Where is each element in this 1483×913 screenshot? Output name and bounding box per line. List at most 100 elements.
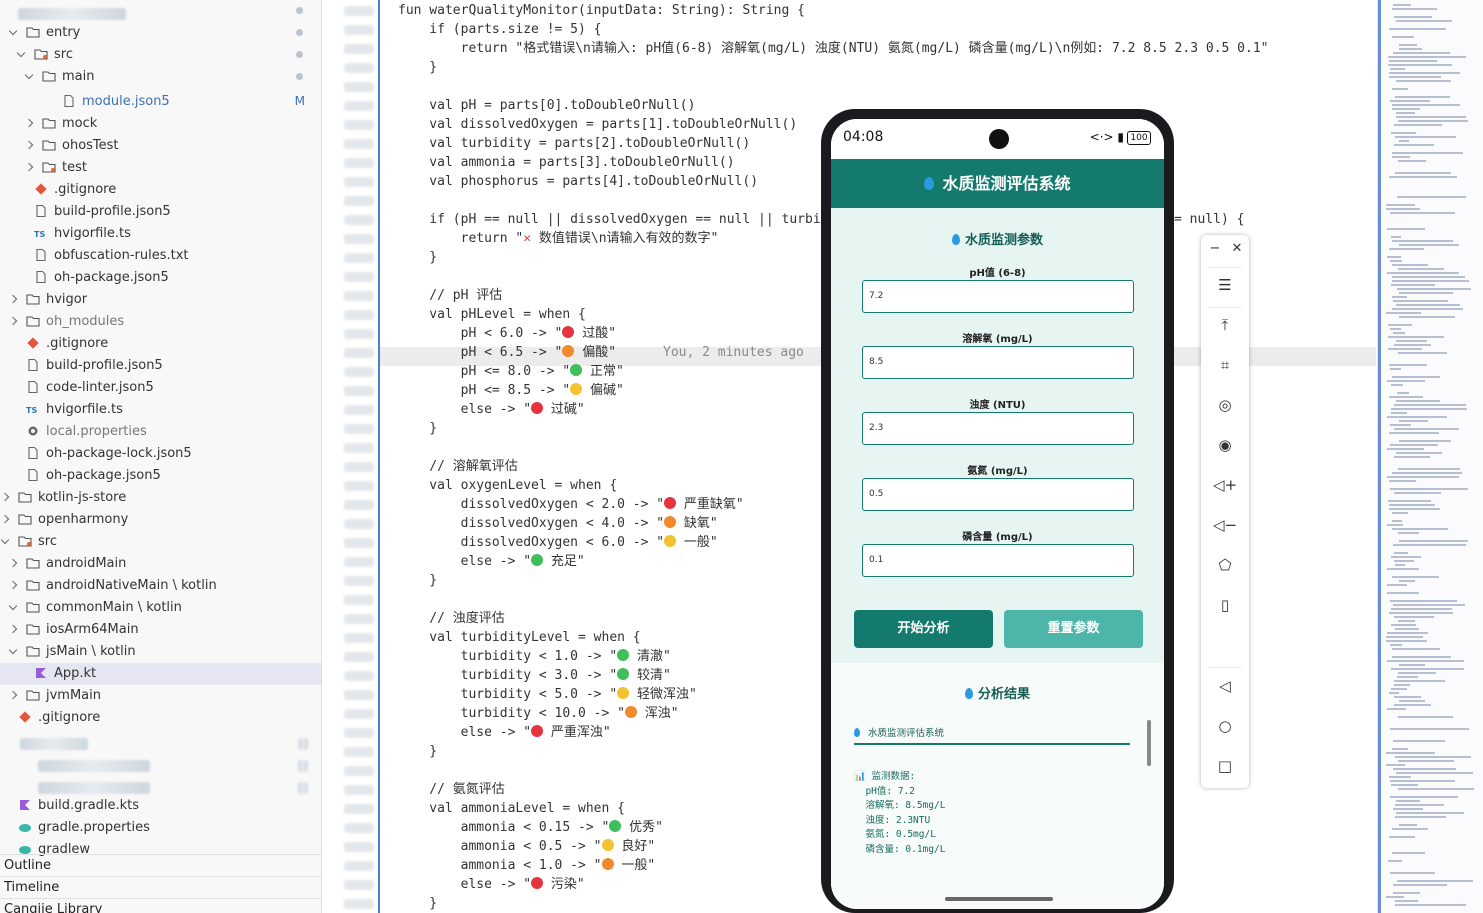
tree-item[interactable]: entry [0, 22, 321, 44]
reset-params-button[interactable]: 重置参数 [1004, 610, 1143, 648]
pin-top-icon[interactable]: ⤒ [1201, 316, 1249, 334]
tree-item[interactable]: oh-package-lock.json5 [0, 443, 321, 465]
tree-item[interactable]: local.properties [0, 421, 321, 443]
tree-item[interactable]: jsMain \ kotlin [0, 641, 321, 663]
crop-screenshot-icon[interactable]: ⌗ [1201, 356, 1249, 374]
timeline-panel-header[interactable]: Timeline [0, 876, 321, 899]
tree-item[interactable]: androidNativeMain \ kotlin [0, 575, 321, 597]
tree-item[interactable]: jvmMain [0, 685, 321, 707]
app-header: 水质监测评估系统 [831, 159, 1164, 208]
tree-item[interactable]: src [0, 44, 321, 66]
status-bar: 04:08 <·> ▮ 100 [831, 119, 1164, 159]
cangjie-library-panel-header[interactable]: Cangjie Library [0, 898, 321, 913]
recents-icon[interactable]: □ [1201, 757, 1249, 775]
git-status-badge: M [294, 94, 305, 108]
settings-file-icon [26, 424, 40, 438]
tree-item[interactable]: build-profile.json5 [0, 201, 321, 223]
tree-item[interactable]: App.kt [0, 663, 321, 685]
chevron-right-icon[interactable] [8, 690, 18, 700]
phone-screen[interactable]: 04:08 <·> ▮ 100 水质监测评估系统 水质监测参数 pH值 (6-8… [831, 119, 1164, 909]
volume-down-icon[interactable]: ◁− [1201, 516, 1249, 534]
chevron-right-icon[interactable] [24, 140, 34, 150]
param-input-field[interactable]: 8.5 [862, 346, 1134, 379]
home-icon[interactable]: ○ [1201, 717, 1249, 735]
param-input-field[interactable]: 7.2 [862, 280, 1134, 313]
tree-item[interactable]: mock [0, 113, 321, 135]
chevron-right-icon[interactable] [8, 580, 18, 590]
home-indicator[interactable] [945, 897, 1053, 901]
chevron-down-icon[interactable] [24, 70, 34, 80]
chevron-right-icon[interactable] [24, 118, 34, 128]
tree-item[interactable]: module.json5 M [0, 91, 321, 113]
tree-item-label: code-linter.json5 [46, 380, 154, 395]
chevron-right-icon[interactable] [8, 294, 18, 304]
status-circle-icon [601, 839, 614, 851]
tree-item[interactable]: build.gradle.kts [0, 795, 321, 817]
minimap-line [1389, 396, 1423, 398]
chevron-right-icon[interactable] [8, 558, 18, 568]
result-scrollbar[interactable] [1147, 720, 1151, 766]
line-number [344, 899, 374, 909]
param-input-field[interactable]: 0.5 [862, 478, 1134, 511]
chevron-down-icon[interactable] [16, 48, 26, 58]
tree-item[interactable]: ohosTest [0, 135, 321, 157]
tree-item[interactable]: build-profile.json5 [0, 355, 321, 377]
unfold-icon[interactable]: ▯ [1201, 596, 1249, 614]
tree-row-project[interactable] [0, 0, 321, 22]
chevron-right-icon[interactable] [0, 514, 10, 524]
chevron-right-icon[interactable] [8, 624, 18, 634]
tree-item[interactable]: androidMain [0, 553, 321, 575]
tree-item-label: gradle.properties [38, 820, 150, 835]
chevron-down-icon[interactable] [8, 645, 18, 655]
location-icon[interactable]: ◉ [1201, 436, 1249, 454]
menu-icon[interactable]: ☰ [1201, 276, 1249, 294]
camera-punch-hole [989, 129, 1009, 149]
back-icon[interactable]: ◁ [1201, 677, 1249, 695]
tree-item[interactable]: code-linter.json5 [0, 377, 321, 399]
tree-item[interactable]: oh-package.json5 [0, 465, 321, 487]
tree-item[interactable]: openharmony [0, 509, 321, 531]
tree-item[interactable]: kotlin-js-store [0, 487, 321, 509]
tree-item[interactable]: src [0, 531, 321, 553]
param-input-field[interactable]: 0.1 [862, 544, 1134, 577]
outline-panel-header[interactable]: Outline [0, 854, 321, 877]
tree-item[interactable]: .gitignore [0, 179, 321, 201]
tree-item[interactable]: TS hvigorfile.ts [0, 223, 321, 245]
tree-item[interactable]: oh_modules [0, 311, 321, 333]
minimap-line [1386, 764, 1405, 766]
tree-item[interactable]: TS hvigorfile.ts [0, 399, 321, 421]
chevron-down-icon[interactable] [0, 535, 10, 545]
tree-item[interactable]: iosArm64Main [0, 619, 321, 641]
tree-item[interactable]: obfuscation-rules.txt [0, 245, 321, 267]
minimap-change-bar [1378, 0, 1381, 913]
chevron-down-icon[interactable] [8, 601, 18, 611]
line-number [344, 481, 374, 491]
minimap-line [1387, 448, 1424, 450]
param-input-field[interactable]: 2.3 [862, 412, 1134, 445]
minimap-line [1388, 860, 1402, 862]
fold-icon[interactable]: ⬠ [1201, 556, 1249, 574]
tree-item-label: src [54, 47, 73, 62]
status-circle-icon [531, 725, 544, 737]
tree-item[interactable]: commonMain \ kotlin [0, 597, 321, 619]
start-analysis-button[interactable]: 开始分析 [854, 610, 993, 648]
volume-up-icon[interactable]: ◁+ [1201, 476, 1249, 494]
minimap[interactable] [1377, 0, 1483, 913]
minimap-line [1389, 480, 1416, 482]
result-header-text: 水质监测评估系统 [868, 728, 945, 739]
tree-item[interactable]: .gitignore [0, 333, 321, 355]
code-line: // 氨氮评估 [398, 782, 505, 797]
chevron-down-icon[interactable] [8, 26, 18, 36]
chevron-right-icon[interactable] [24, 162, 34, 172]
chevron-right-icon[interactable] [0, 492, 10, 502]
tree-item[interactable]: .gitignore [0, 707, 321, 729]
tree-item[interactable]: oh-package.json5 [0, 267, 321, 289]
tree-item[interactable]: gradle.properties [0, 817, 321, 839]
rotate-icon[interactable]: ◎ [1201, 396, 1249, 414]
tree-item[interactable]: main [0, 66, 321, 88]
chevron-right-icon[interactable] [8, 316, 18, 326]
app-title: 水质监测评估系统 [942, 174, 1071, 193]
close-icon[interactable]: ✕ [1213, 241, 1261, 256]
tree-item[interactable]: hvigor [0, 289, 321, 311]
tree-item[interactable]: test [0, 157, 321, 179]
